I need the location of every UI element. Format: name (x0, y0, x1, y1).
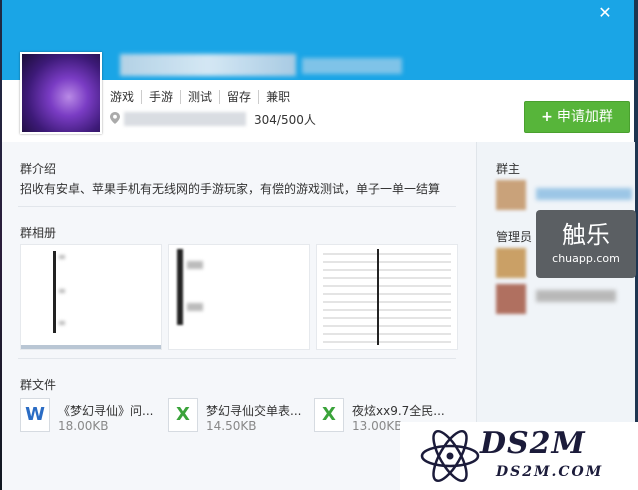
album-title: 群相册 (20, 226, 57, 240)
excel-file-icon: X (168, 398, 198, 432)
file-name: 《梦幻寻仙》问... (58, 404, 154, 418)
chuapp-url: chuapp.com (552, 252, 620, 265)
photo-detail (323, 253, 451, 343)
location-pin-icon (110, 112, 120, 124)
tag-item: 测试 (180, 90, 219, 104)
tag-item: 手游 (141, 90, 180, 104)
group-avatar[interactable] (20, 52, 102, 134)
chuapp-logo-text: 触乐 (562, 221, 610, 249)
tag-item: 游戏 (110, 90, 135, 104)
owner-title: 群主 (496, 162, 521, 176)
intro-title: 群介绍 (20, 162, 57, 176)
apply-join-button[interactable]: + 申请加群 (524, 101, 630, 133)
admin-avatar[interactable] (496, 248, 526, 278)
photo-detail (377, 249, 379, 345)
photo-detail (59, 255, 65, 259)
album-photo[interactable] (20, 244, 162, 350)
tag-item: 兼职 (258, 90, 297, 104)
file-name: 梦幻寻仙交单表... (206, 404, 302, 418)
group-tags: 游戏 手游 测试 留存 兼职 (110, 90, 297, 104)
location-text-blurred (124, 112, 246, 126)
owner-name-blurred[interactable] (536, 188, 632, 200)
atom-logo-icon (420, 429, 480, 483)
photo-detail (53, 251, 56, 333)
close-icon[interactable]: ✕ (598, 5, 612, 21)
photo-detail (21, 345, 161, 349)
photo-detail (187, 303, 203, 311)
apply-join-label: 申请加群 (556, 109, 613, 125)
tag-item: 留存 (219, 90, 258, 104)
intro-text: 招收有安卓、苹果手机有无线网的手游玩家，有偿的游戏测试，单子一单一结算 (20, 182, 441, 196)
owner-avatar[interactable] (496, 180, 526, 210)
admin-name-blurred[interactable] (536, 290, 616, 302)
ds2m-logo-text: DS2M (480, 426, 586, 461)
files-title: 群文件 (20, 378, 57, 392)
photo-detail (187, 261, 203, 269)
album-photo[interactable] (316, 244, 458, 350)
group-id-blurred (302, 58, 402, 74)
file-item[interactable]: W 《梦幻寻仙》问... 18.00KB (20, 396, 166, 436)
word-file-icon: W (20, 398, 50, 432)
plus-icon: + (541, 109, 553, 125)
admin-title: 管理员 (496, 230, 533, 244)
ds2m-watermark: DS2M DS2M.COM (400, 422, 638, 490)
photo-detail (59, 289, 65, 293)
admin-avatar[interactable] (496, 284, 526, 314)
album-photo[interactable] (168, 244, 310, 350)
file-size: 18.00KB (58, 419, 109, 433)
excel-file-icon: X (314, 398, 344, 432)
divider (18, 358, 456, 359)
chuapp-watermark: 触乐 chuapp.com (536, 210, 636, 278)
member-count: 304/500人 (254, 113, 316, 127)
photo-detail (177, 249, 183, 325)
photo-detail (59, 321, 65, 325)
file-size: 14.50KB (206, 419, 257, 433)
file-item[interactable]: X 梦幻寻仙交单表... 14.50KB (168, 396, 314, 436)
file-name: 夜炫xx9.7全民... (352, 404, 445, 418)
ds2m-url: DS2M.COM (496, 464, 604, 480)
file-size: 13.00KB (352, 419, 403, 433)
divider (18, 206, 456, 207)
group-name-blurred (120, 54, 296, 76)
